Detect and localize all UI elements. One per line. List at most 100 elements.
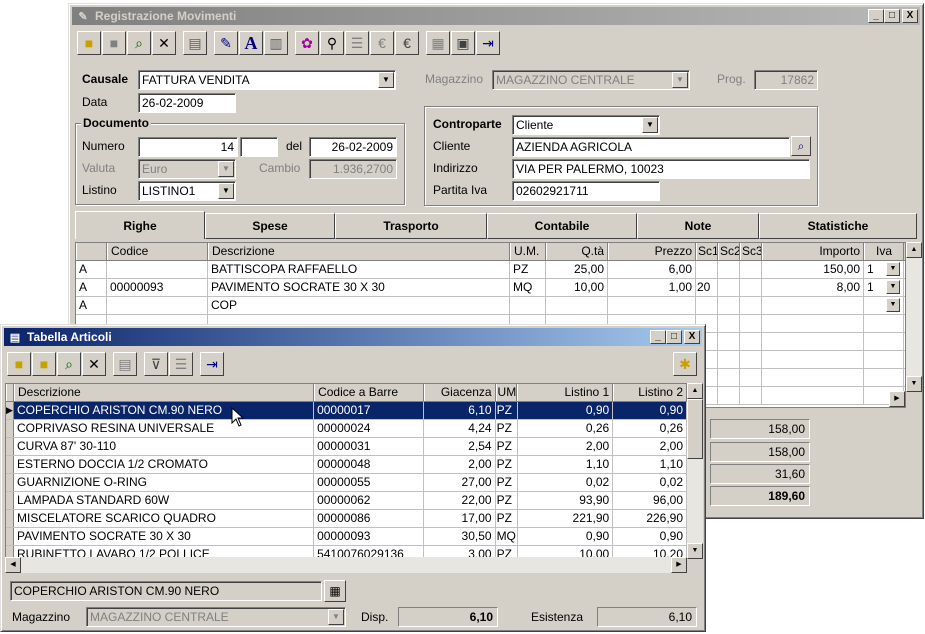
table-row[interactable]: PAVIMENTO SOCRATE 30 X 30 00000093 30,50 MQ… (6, 528, 687, 546)
col-listino1-header[interactable]: Listino 1 (517, 384, 614, 401)
numero-suffix-field[interactable] (240, 137, 278, 157)
scroll-up-icon[interactable]: ▲ (687, 383, 703, 399)
exit-icon[interactable]: ⇥ (476, 31, 500, 55)
table-row[interactable]: ▶ COPERCHIO ARISTON CM.90 NERO 00000017 6,1… (6, 402, 687, 420)
table-row[interactable]: CURVA 87' 30-110 00000031 2,54 PZ 2,00 2,00 (6, 438, 687, 456)
cell-sc2[interactable] (718, 315, 740, 332)
cell-um[interactable]: PZ (496, 510, 518, 527)
cell-um[interactable]: PZ (495, 402, 518, 419)
cell-descrizione[interactable]: LAMPADA STANDARD 60W (14, 492, 315, 509)
filter-icon[interactable]: ⊽ (144, 352, 168, 376)
table-row[interactable]: A 00000093 PAVIMENTO SOCRATE 30 X 30 MQ 10,0… (76, 279, 905, 297)
cell-sc2[interactable] (718, 351, 740, 368)
new-item-icon[interactable]: ✱ (673, 352, 697, 376)
cell-sc1[interactable]: 20 (696, 279, 718, 296)
cell-sc3[interactable] (740, 369, 762, 386)
cell-sc2[interactable] (718, 297, 740, 314)
cell-iva[interactable] (864, 351, 904, 368)
search-icon[interactable]: ⌕ (127, 31, 151, 55)
cell-type[interactable]: A (76, 261, 107, 278)
cell-sc3[interactable] (740, 387, 762, 404)
cell-importo[interactable] (762, 315, 864, 332)
indirizzo-field[interactable]: VIA PER PALERMO, 10023 (512, 159, 810, 179)
cell-sc3[interactable] (740, 315, 762, 332)
cell-giacenza[interactable]: 17,00 (424, 510, 496, 527)
causale-select[interactable]: FATTURA VENDITA ▼ (138, 70, 396, 90)
iva-dropdown-icon[interactable]: ▼ (886, 298, 900, 312)
cell-prezzo[interactable]: 6,00 (608, 261, 696, 278)
scroll-up-icon[interactable]: ▲ (906, 242, 922, 258)
righe-vscrollbar[interactable]: ▲ ▼ (906, 242, 922, 392)
delete-icon[interactable]: ✕ (152, 31, 176, 55)
cell-sc3[interactable] (740, 279, 762, 296)
cell-sc2[interactable] (718, 261, 740, 278)
print-icon[interactable]: ▤ (113, 352, 137, 376)
cell-listino1[interactable]: 93,90 (518, 492, 614, 509)
table-row[interactable]: A COP ▼ (76, 297, 905, 315)
cell-iva[interactable] (864, 333, 904, 350)
cell-codice-barre[interactable]: 00000086 (314, 510, 424, 527)
articoli-hscrollbar[interactable]: ◀ ▶ (5, 557, 687, 573)
cell-giacenza[interactable]: 6,10 (423, 402, 496, 419)
list-icon[interactable]: ☰ (169, 352, 193, 376)
cell-um[interactable]: PZ (510, 261, 546, 278)
cell-giacenza[interactable]: 30,50 (424, 528, 496, 545)
cell-sc1[interactable] (696, 261, 718, 278)
tab-trasporto[interactable]: Trasporto (335, 213, 487, 239)
cell-codice-barre[interactable]: 00000031 (314, 438, 424, 455)
exit-icon[interactable]: ⇥ (200, 352, 224, 376)
cell-listino1[interactable]: 0,02 (518, 474, 614, 491)
cell-sc3[interactable] (740, 297, 762, 314)
controparte-dropdown-icon[interactable]: ▼ (642, 117, 658, 133)
scroll-right-icon[interactable]: ▶ (889, 391, 905, 407)
cell-listino2[interactable]: 0,26 (613, 420, 687, 437)
col-codice-barre-header[interactable]: Codice a Barre (314, 384, 424, 401)
cell-listino2[interactable]: 0,02 (613, 474, 687, 491)
tab-contabile[interactable]: Contabile (487, 213, 637, 239)
listino-select[interactable]: LISTINO1 ▼ (138, 181, 236, 201)
open-icon[interactable]: ■ (102, 31, 126, 55)
cell-um[interactable]: MQ (496, 528, 518, 545)
cell-listino1[interactable]: 0,90 (517, 402, 614, 419)
cell-giacenza[interactable]: 22,00 (424, 492, 496, 509)
cell-listino1[interactable]: 0,26 (518, 420, 614, 437)
scroll-down-icon[interactable]: ▼ (906, 376, 922, 392)
cell-iva[interactable] (864, 315, 904, 332)
print-icon[interactable]: ▤ (183, 31, 207, 55)
cell-descrizione[interactable]: CURVA 87' 30-110 (14, 438, 315, 455)
listino-dropdown-icon[interactable]: ▼ (218, 183, 234, 199)
font-icon[interactable]: A (239, 31, 263, 55)
scroll-left-icon[interactable]: ◀ (5, 557, 21, 573)
iva-dropdown-icon[interactable]: ▼ (886, 280, 900, 294)
cell-listino1[interactable]: 2,00 (518, 438, 614, 455)
cliente-field[interactable]: AZIENDA AGRICOLA (512, 137, 790, 157)
cell-descrizione[interactable]: COP (208, 297, 510, 314)
title-bar[interactable]: ✎ Registrazione Movimenti _ □ X (72, 7, 920, 25)
articoli-title-bar[interactable]: ▤ Tabella Articoli _ □ X (4, 328, 702, 346)
new-folder-icon[interactable]: ■ (7, 352, 31, 376)
cell-importo[interactable] (762, 369, 864, 386)
barcode-icon[interactable]: ▥ (264, 31, 288, 55)
articoli-grid[interactable]: Descrizione Codice a Barre Giacenza UM L… (5, 383, 688, 559)
col-sc3-header[interactable]: Sc3 (740, 243, 762, 260)
cell-giacenza[interactable]: 27,00 (424, 474, 496, 491)
cell-codice[interactable] (107, 261, 208, 278)
col-sc2-header[interactable]: Sc2 (718, 243, 740, 260)
col-prezzo-header[interactable]: Prezzo (608, 243, 696, 260)
delete-icon[interactable]: ✕ (82, 352, 106, 376)
numero-field[interactable]: 14 (138, 137, 238, 157)
cell-iva[interactable] (864, 369, 904, 386)
tab-spese[interactable]: Spese (205, 213, 335, 239)
table-row[interactable]: MISCELATORE SCARICO QUADRO 00000086 17,00 P… (6, 510, 687, 528)
cell-listino2[interactable]: 226,90 (613, 510, 687, 527)
articoli-close-button[interactable]: X (684, 330, 700, 344)
col-descrizione-header[interactable]: Descrizione (13, 384, 315, 401)
table-row[interactable]: A BATTISCOPA RAFFAELLO PZ 25,00 6,00 150,00 1 ▼ (76, 261, 905, 279)
scroll-down-icon[interactable]: ▼ (687, 543, 703, 559)
cliente-search-icon[interactable]: ⌕ (791, 136, 811, 156)
cell-listino1[interactable]: 1,10 (518, 456, 614, 473)
cell-sc3[interactable] (740, 261, 762, 278)
cell-type[interactable]: A (76, 279, 107, 296)
tab-righe[interactable]: Righe (75, 211, 205, 239)
cell-codice-barre[interactable]: 00000055 (314, 474, 424, 491)
